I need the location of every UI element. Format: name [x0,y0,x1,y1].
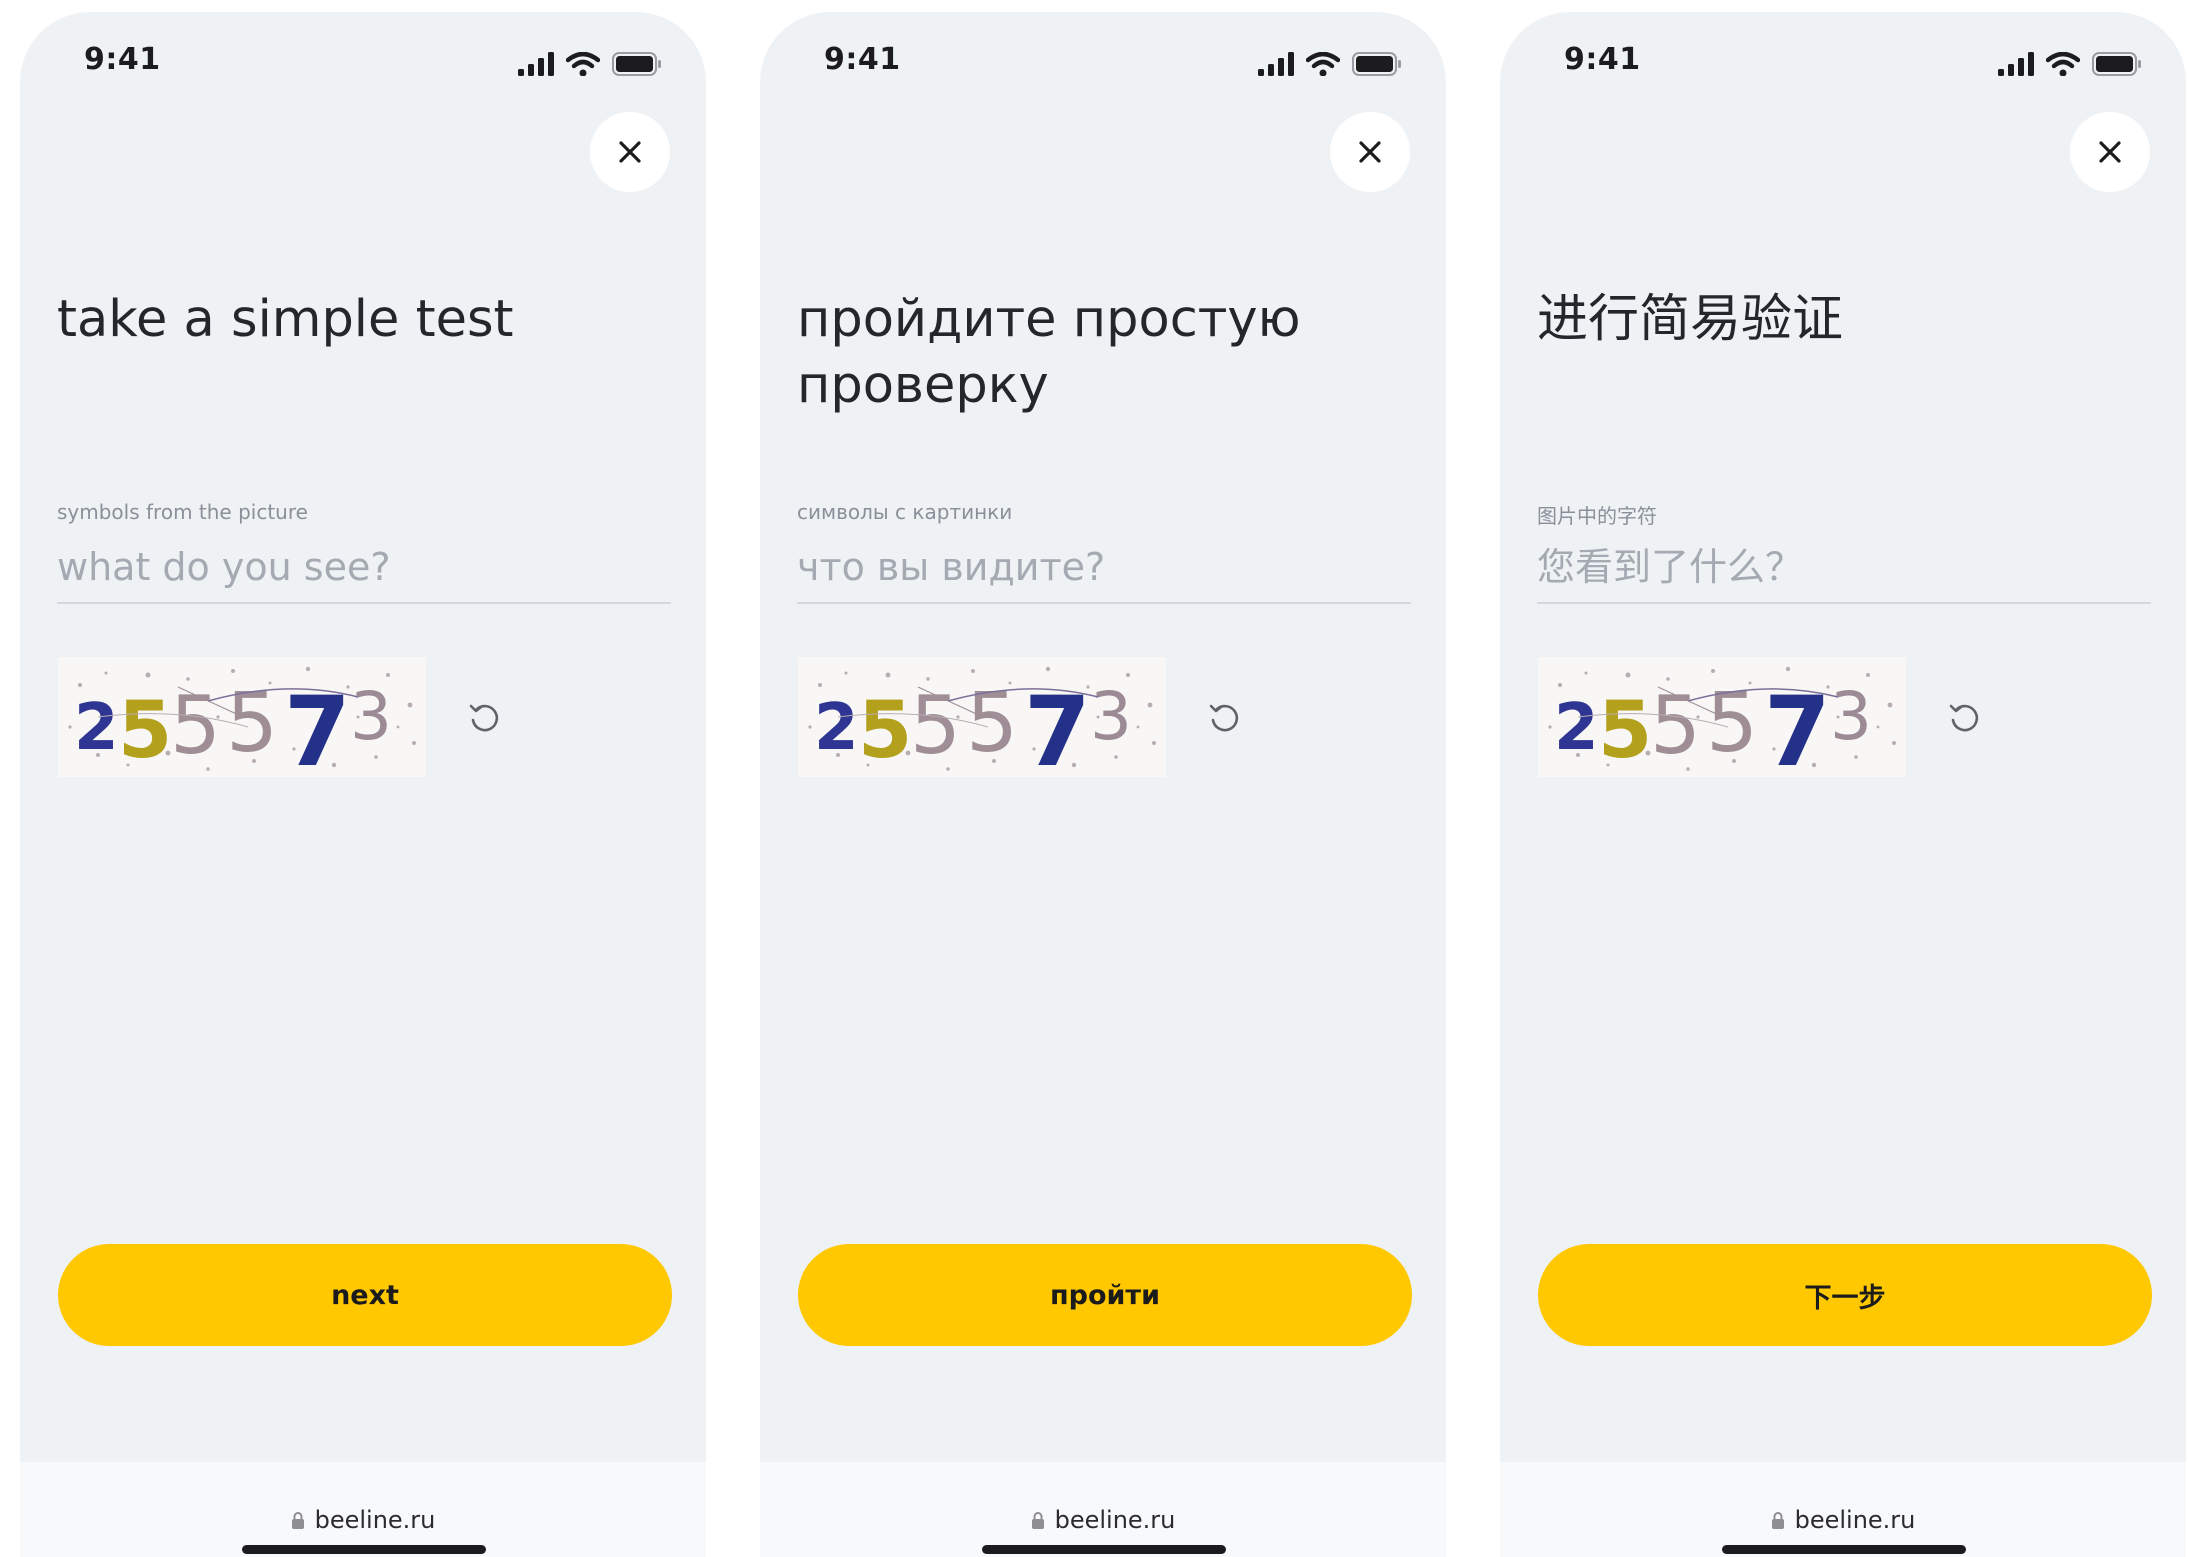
browser-bottom-bar: beeline.ru [20,1462,706,1557]
next-step-button[interactable]: 下一步 [1538,1244,2152,1346]
refresh-icon [1209,704,1239,732]
status-icons [1998,52,2142,76]
submit-button[interactable]: пройти [798,1244,1412,1346]
captcha-input[interactable] [1537,532,2151,604]
home-indicator[interactable] [1722,1545,1966,1554]
url-text: beeline.ru [1794,1506,1916,1534]
cellular-signal-icon [1998,52,2034,76]
page-title: 进行简易验证 [1537,290,1844,349]
cellular-signal-icon [518,52,554,76]
status-time: 9:41 [1564,42,1641,77]
wifi-icon [2046,52,2080,76]
lock-icon [1771,1512,1784,1529]
status-bar: 9:41 [1500,12,2186,92]
status-time: 9:41 [824,42,901,77]
svg-text:2: 2 [814,691,859,765]
browser-bottom-bar: beeline.ru [760,1462,1446,1557]
close-button[interactable] [1330,112,1410,192]
refresh-captcha-button[interactable] [1204,698,1244,738]
phone-screen-russian: 9:41 пройдите простую проверку символы с… [760,12,1446,1557]
lock-icon [291,1512,304,1529]
refresh-captcha-button[interactable] [1944,698,1984,738]
svg-text:3: 3 [350,678,392,755]
browser-bottom-bar: beeline.ru [1500,1462,2186,1557]
status-icons [518,52,662,76]
svg-text:5: 5 [858,686,912,776]
close-button[interactable] [2070,112,2150,192]
page-title: пройдите простую проверку [797,290,1301,415]
svg-text:7: 7 [1024,676,1091,777]
page-title: take a simple test [57,290,514,349]
url-text: beeline.ru [1054,1506,1176,1534]
close-icon [1359,141,1381,163]
battery-icon [2092,52,2141,76]
captcha-input[interactable] [57,532,671,604]
svg-text:3: 3 [1090,678,1132,755]
home-indicator[interactable] [982,1545,1226,1554]
captcha-field-label: 图片中的字符 [1537,504,1657,528]
close-icon [2099,141,2121,163]
url-bar[interactable]: beeline.ru [760,1506,1446,1534]
phone-screen-english: 9:41 take a simple test symbols from the… [20,12,706,1557]
url-text: beeline.ru [314,1506,436,1534]
battery-icon [612,52,661,76]
svg-text:2: 2 [74,691,119,765]
svg-text:5: 5 [118,686,172,776]
svg-text:5: 5 [170,679,221,772]
close-button[interactable] [590,112,670,192]
refresh-captcha-button[interactable] [464,698,504,738]
next-button[interactable]: next [58,1244,672,1346]
status-bar: 9:41 [760,12,1446,92]
url-bar[interactable]: beeline.ru [20,1506,706,1534]
captcha-input[interactable] [797,532,1411,604]
captcha-image: 2 5 5 5 7 3 [58,657,426,777]
svg-text:3: 3 [1830,678,1872,755]
home-indicator[interactable] [242,1545,486,1554]
battery-icon [1352,52,1401,76]
status-time: 9:41 [84,42,161,77]
phone-screen-chinese: 9:41 进行简易验证 图片中的字符 您看到了什么？ 2 5 5 5 7 3 下… [1500,12,2186,1557]
captcha-field-label: символы с картинки [797,500,1013,524]
svg-text:5: 5 [910,679,961,772]
svg-text:7: 7 [284,676,351,777]
wifi-icon [566,52,600,76]
svg-text:2: 2 [1554,691,1599,765]
close-icon [619,141,641,163]
svg-text:5: 5 [1598,686,1652,776]
lock-icon [1031,1512,1044,1529]
status-bar: 9:41 [20,12,706,92]
svg-text:5: 5 [1650,679,1701,772]
refresh-icon [469,704,499,732]
captcha-image: 2 5 5 5 7 3 [1538,657,1906,777]
cellular-signal-icon [1258,52,1294,76]
refresh-icon [1949,704,1979,732]
url-bar[interactable]: beeline.ru [1500,1506,2186,1534]
captcha-image: 2 5 5 5 7 3 [798,657,1166,777]
svg-text:7: 7 [1764,676,1831,777]
captcha-field-label: symbols from the picture [57,500,308,524]
status-icons [1258,52,1402,76]
wifi-icon [1306,52,1340,76]
